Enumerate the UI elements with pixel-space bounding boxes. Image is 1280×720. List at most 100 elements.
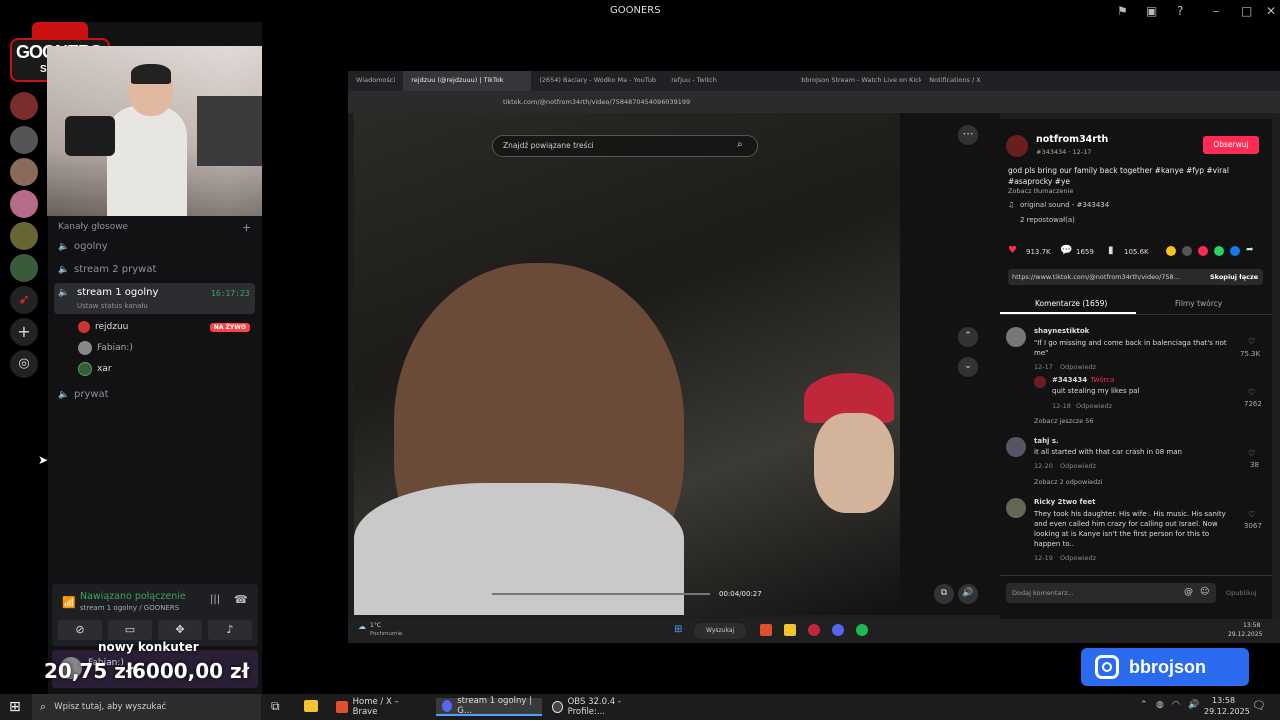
- avatar[interactable]: [1006, 498, 1026, 518]
- sound-name[interactable]: original sound - #343434: [1020, 201, 1109, 209]
- task-view-icon[interactable]: ⧉: [271, 699, 280, 714]
- volume-icon[interactable]: 🔊: [958, 584, 978, 604]
- browser-tab[interactable]: Notifications / X: [921, 71, 1049, 91]
- wifi-icon[interactable]: ◠: [1172, 700, 1180, 710]
- add-server-icon[interactable]: +: [10, 318, 38, 346]
- embed-icon[interactable]: [1182, 246, 1192, 256]
- server-icon[interactable]: [10, 190, 38, 218]
- emoji-icon[interactable]: ☺: [1200, 587, 1209, 597]
- notification-icon[interactable]: 🗨: [1252, 699, 1266, 712]
- help-icon[interactable]: ?: [1177, 4, 1183, 18]
- disconnect-icon[interactable]: ☎: [234, 593, 248, 606]
- member-row[interactable]: xar: [78, 362, 112, 376]
- reply-button[interactable]: Odpowiedz: [1060, 554, 1096, 562]
- browser-tab[interactable]: Wiadomości: [348, 71, 403, 91]
- browser-tab[interactable]: refjuu - Twitch: [663, 71, 793, 91]
- voice-channel-stream-2[interactable]: 🔈 stream 2 prywat: [58, 264, 156, 275]
- avatar[interactable]: [1006, 135, 1028, 157]
- address-bar[interactable]: tiktok.com/@notfrom34rth/video/758487045…: [348, 91, 1280, 113]
- comment-input[interactable]: Dodaj komentarz... @ ☺: [1006, 583, 1216, 603]
- tiktok-video[interactable]: Znajdź powiązane treści ⌕ 00:04/00:27: [354, 113, 900, 615]
- avatar[interactable]: [1034, 376, 1046, 388]
- server-icon[interactable]: [10, 158, 38, 186]
- tab-comments[interactable]: Komentarze (1659): [1035, 299, 1107, 308]
- heart-outline-icon[interactable]: ♡: [1248, 388, 1255, 397]
- activities-icon[interactable]: ✥: [158, 620, 202, 640]
- noise-icon[interactable]: |||: [210, 594, 220, 605]
- reply-button[interactable]: Odpowiedz: [1060, 363, 1096, 371]
- search-box[interactable]: Wyszukaj: [694, 623, 746, 639]
- reply-button[interactable]: Odpowiedz: [1076, 402, 1112, 410]
- browser-tab[interactable]: (2654) Baciary - Wódko Ma - YouTub: [531, 71, 663, 91]
- server-icon[interactable]: [10, 222, 38, 250]
- browser-tab-active[interactable]: rejdzuu (@rejdzuuu) | TikTok: [403, 71, 532, 91]
- avatar[interactable]: [1006, 327, 1026, 347]
- maximize-icon[interactable]: □: [1241, 4, 1252, 18]
- start-icon[interactable]: ⊞: [9, 699, 21, 715]
- inbox-icon[interactable]: ⚑: [1117, 4, 1128, 18]
- bookmark-icon[interactable]: ▮: [1108, 245, 1114, 256]
- heart-outline-icon[interactable]: ♡: [1248, 449, 1255, 458]
- tray-chevron-icon[interactable]: ⌃: [1140, 700, 1148, 710]
- discover-icon[interactable]: ◎: [10, 350, 38, 378]
- translate-link[interactable]: Zobacz tłumaczenie: [1008, 187, 1073, 195]
- send-icon[interactable]: [1198, 246, 1208, 256]
- chevron-up-icon[interactable]: ⌃: [958, 327, 978, 347]
- window-icon[interactable]: ▣: [1146, 4, 1157, 18]
- server-icon[interactable]: [10, 126, 38, 154]
- add-channel-icon[interactable]: +: [242, 221, 251, 234]
- related-search-input[interactable]: Znajdź powiązane treści ⌕: [492, 135, 758, 157]
- member-row[interactable]: rejdzuu NA ŻYWO: [78, 320, 250, 334]
- avatar[interactable]: [1006, 437, 1026, 457]
- pip-icon[interactable]: ⧉: [934, 584, 954, 604]
- facebook-icon[interactable]: [1230, 246, 1240, 256]
- taskbar-app-obs[interactable]: OBS 32.0.4 - Profile:...: [546, 697, 654, 717]
- app-icon[interactable]: [808, 624, 820, 636]
- member-row[interactable]: Fabian:): [78, 341, 133, 355]
- file-explorer-icon[interactable]: [304, 700, 318, 712]
- comment-user[interactable]: shaynestiktok: [1034, 327, 1089, 335]
- comment-user[interactable]: #343434: [1052, 376, 1087, 384]
- view-replies[interactable]: Zobacz 2 odpowiedzi: [1034, 478, 1102, 486]
- share-icon[interactable]: [1166, 246, 1176, 256]
- soundboard-icon[interactable]: ♪: [208, 620, 252, 640]
- network-icon[interactable]: ◍: [1156, 700, 1164, 710]
- camera-off-icon[interactable]: ⊘: [58, 620, 102, 640]
- comment-user[interactable]: Ricky 2two feet: [1034, 498, 1095, 506]
- windows-icon[interactable]: ⊞: [674, 624, 682, 635]
- tab-creator-videos[interactable]: Filmy twórcy: [1175, 299, 1222, 308]
- chevron-down-icon[interactable]: ⌄: [958, 357, 978, 377]
- publish-button[interactable]: Opublikuj: [1226, 589, 1257, 597]
- comment-user[interactable]: tahj s.: [1034, 437, 1059, 445]
- video-progress[interactable]: [492, 593, 710, 595]
- folder-icon[interactable]: [784, 624, 796, 636]
- mention-icon[interactable]: @: [1184, 587, 1193, 597]
- heart-outline-icon[interactable]: ♡: [1248, 510, 1255, 519]
- close-icon[interactable]: ✕: [1266, 4, 1276, 18]
- whatsapp-icon[interactable]: [1214, 246, 1224, 256]
- spotify-icon[interactable]: [856, 624, 868, 636]
- reply-button[interactable]: Odpowiedz: [1060, 462, 1096, 470]
- view-more-replies[interactable]: Zobacz jeszcze 56: [1034, 417, 1094, 425]
- heart-outline-icon[interactable]: ♡: [1248, 337, 1255, 346]
- copy-link-button[interactable]: Skopiuj łącze: [1210, 273, 1258, 281]
- forward-icon[interactable]: ➦: [1246, 245, 1254, 255]
- discord-icon[interactable]: [832, 624, 844, 636]
- follow-button[interactable]: Obserwuj: [1203, 136, 1259, 154]
- voice-channel-stream-1[interactable]: 🔈 stream 1 ogolny 16:17:23 Ustaw status …: [54, 283, 255, 314]
- volume-icon[interactable]: 🔊: [1188, 700, 1199, 710]
- video-link[interactable]: https://www.tiktok.com/@notfrom34rth/vid…: [1012, 273, 1197, 281]
- channel-status-prompt[interactable]: Ustaw status kanału: [77, 302, 148, 310]
- screen-share-icon[interactable]: ▭: [108, 620, 152, 640]
- comment-icon[interactable]: 💬: [1060, 245, 1072, 256]
- rocket-icon[interactable]: ➶: [10, 286, 38, 314]
- connection-status[interactable]: Nawiązano połączenie: [80, 591, 186, 602]
- server-icon[interactable]: [10, 254, 38, 282]
- minimize-icon[interactable]: –: [1213, 4, 1219, 18]
- more-icon[interactable]: ⋯: [958, 125, 978, 145]
- taskbar-search[interactable]: ⌕ Wpisz tutaj, aby wyszukać: [32, 694, 261, 720]
- browser-tab[interactable]: bbrojson Stream - Watch Live on Kick: [793, 71, 921, 91]
- taskbar-app-brave[interactable]: Home / X – Brave: [330, 697, 430, 717]
- author-name[interactable]: notfrom34rth: [1036, 134, 1108, 145]
- voice-channel-prywat[interactable]: 🔈 prywat: [58, 389, 109, 400]
